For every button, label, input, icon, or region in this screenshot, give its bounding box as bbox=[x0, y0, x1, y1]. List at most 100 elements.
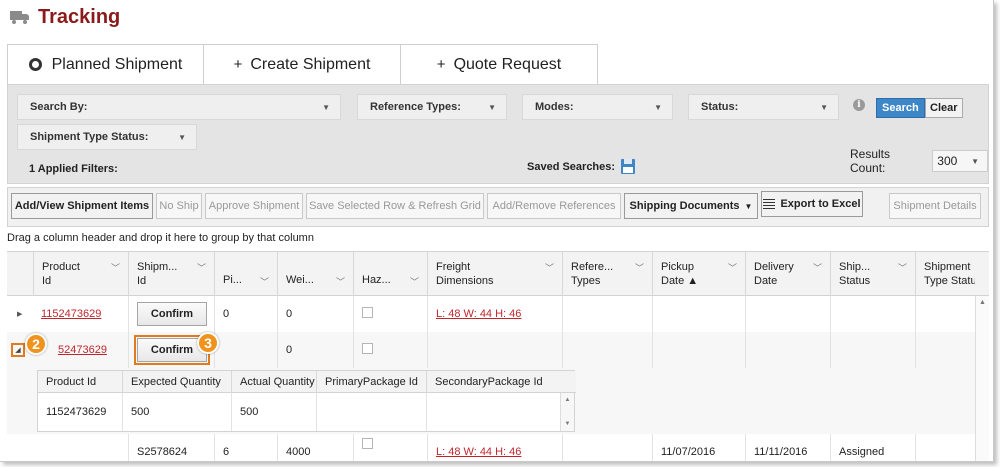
status-select[interactable]: Status: ▼ bbox=[688, 94, 839, 120]
tab-label: Planned Shipment bbox=[51, 55, 183, 73]
chevron-down-icon[interactable]: ﹀ bbox=[898, 261, 907, 275]
subgrid-header: Product Id Expected Quantity Actual Quan… bbox=[38, 371, 576, 393]
sub-col-product-id[interactable]: Product Id bbox=[38, 371, 122, 393]
page-title: Tracking bbox=[38, 5, 121, 28]
table-row[interactable]: ▶ 1152473629 Confirm 0 0 L: 48 W: 44 H: … bbox=[7, 296, 989, 332]
sub-col-primary-package-id[interactable]: PrimaryPackage Id bbox=[316, 371, 426, 393]
pickup-date-cell: 11/07/2016 bbox=[652, 434, 745, 461]
chevron-down-icon[interactable]: ﹀ bbox=[545, 261, 554, 275]
col-shipment-id[interactable]: Shipm... Id ﹀ bbox=[128, 252, 214, 296]
saved-searches-label: Saved Searches: bbox=[527, 160, 616, 173]
clear-button[interactable]: Clear bbox=[925, 98, 963, 118]
caret-down-icon: ▼ bbox=[654, 103, 662, 112]
sub-col-secondary-package-id[interactable]: SecondaryPackage Id bbox=[426, 371, 560, 393]
results-count-select[interactable]: 300 ▼ bbox=[932, 150, 988, 172]
col-weight[interactable]: Wei... ﹀ bbox=[277, 252, 353, 296]
shipment-details-button[interactable]: Shipment Details bbox=[889, 193, 981, 219]
subgrid-scrollbar[interactable]: ▲ ▼ bbox=[560, 393, 574, 431]
col-shipment-type-status[interactable]: Shipment Type Statu bbox=[915, 252, 975, 296]
chevron-down-icon[interactable]: ﹀ bbox=[410, 275, 419, 289]
info-icon[interactable]: i bbox=[853, 99, 865, 111]
status-label: Status: bbox=[701, 101, 739, 113]
subgrid-row[interactable]: 1152473629 500 500 bbox=[38, 393, 560, 431]
col-label: Types bbox=[571, 275, 601, 287]
save-icon[interactable] bbox=[621, 159, 636, 174]
table-row-expanded[interactable]: ◢ 52473629 Confirm 0 bbox=[7, 332, 989, 368]
ship-status-cell bbox=[830, 332, 915, 368]
sub-expected-quantity-cell[interactable]: 500 bbox=[122, 393, 231, 431]
shipment-type-status-select[interactable]: Shipment Type Status: ▼ bbox=[17, 124, 197, 150]
scroll-up-icon[interactable]: ▲ bbox=[565, 397, 571, 403]
weight-cell: 4000 bbox=[277, 434, 353, 461]
add-view-shipment-items-button[interactable]: Add/View Shipment Items bbox=[11, 193, 153, 219]
add-remove-references-button[interactable]: Add/Remove References bbox=[487, 193, 621, 219]
tab-planned-shipment[interactable]: Planned Shipment bbox=[7, 44, 204, 84]
save-refresh-grid-button[interactable]: Save Selected Row & Refresh Grid bbox=[306, 193, 484, 219]
product-id-link[interactable]: 1152473629 bbox=[41, 308, 101, 320]
col-freight-dimensions[interactable]: Freight Dimensions ﹀ bbox=[427, 252, 562, 296]
grid-scrollbar[interactable]: ▲ bbox=[975, 296, 989, 461]
plus-icon: + bbox=[436, 56, 446, 73]
no-ship-button[interactable]: No Ship bbox=[156, 193, 202, 219]
pieces-cell bbox=[214, 332, 277, 368]
confirm-button[interactable]: Confirm bbox=[137, 302, 207, 326]
action-cell: Confirm bbox=[128, 296, 214, 332]
table-row[interactable]: S2578624 6 4000 L: 48 W: 44 H: 46 11/07/… bbox=[7, 434, 989, 461]
col-product-id[interactable]: Product Id ﹀ bbox=[33, 252, 128, 296]
hazmat-checkbox[interactable] bbox=[362, 307, 373, 318]
sub-col-expected-quantity[interactable]: Expected Quantity bbox=[122, 371, 231, 393]
chevron-down-icon[interactable]: ﹀ bbox=[728, 261, 737, 275]
hazmat-checkbox[interactable] bbox=[362, 343, 373, 354]
chevron-down-icon[interactable]: ﹀ bbox=[260, 275, 269, 289]
chevron-down-icon[interactable]: ﹀ bbox=[336, 275, 345, 289]
col-reference-types[interactable]: Refere... Types ﹀ bbox=[562, 252, 652, 296]
modes-select[interactable]: Modes: ▼ bbox=[522, 94, 673, 120]
reference-types-select[interactable]: Reference Types: ▼ bbox=[357, 94, 507, 120]
hazmat-checkbox[interactable] bbox=[362, 438, 373, 449]
export-excel-button[interactable]: Export to Excel bbox=[761, 191, 863, 217]
shipment-items-subgrid: Product Id Expected Quantity Actual Quan… bbox=[37, 370, 576, 432]
freight-cell[interactable]: L: 48 W: 44 H: 46 bbox=[427, 434, 562, 461]
col-delivery-date[interactable]: Delivery Date ﹀ bbox=[745, 252, 830, 296]
sub-actual-quantity-cell[interactable]: 500 bbox=[231, 393, 316, 431]
col-label: Id bbox=[42, 275, 52, 287]
freight-cell[interactable]: L: 48 W: 44 H: 46 bbox=[427, 296, 562, 332]
delivery-date-cell bbox=[745, 332, 830, 368]
tab-create-shipment[interactable]: + Create Shipment bbox=[204, 44, 401, 84]
chevron-down-icon[interactable]: ﹀ bbox=[197, 261, 206, 275]
chevron-down-icon[interactable]: ﹀ bbox=[813, 261, 822, 275]
caret-down-icon: ▼ bbox=[744, 201, 753, 211]
expand-row-toggle[interactable]: ▶ bbox=[7, 296, 33, 332]
col-pieces[interactable]: Pi... ﹀ bbox=[214, 252, 277, 296]
product-id-cell bbox=[33, 434, 128, 461]
approve-shipment-button[interactable]: Approve Shipment bbox=[205, 193, 303, 219]
col-pickup-date[interactable]: Pickup Date ▲ ﹀ bbox=[652, 252, 745, 296]
sub-secondary-package-cell[interactable] bbox=[426, 393, 560, 431]
col-ship-status[interactable]: Ship... Status ﹀ bbox=[830, 252, 915, 296]
search-button[interactable]: Search bbox=[876, 98, 925, 118]
filter-panel: Search By: ▼ Reference Types: ▼ Modes: ▼ St… bbox=[7, 84, 989, 184]
chevron-down-icon[interactable]: ﹀ bbox=[635, 261, 644, 275]
freight-dimensions-link[interactable]: L: 48 W: 44 H: 46 bbox=[436, 446, 521, 458]
tab-quote-request[interactable]: + Quote Request bbox=[401, 44, 598, 84]
chevron-down-icon[interactable]: ﹀ bbox=[111, 261, 120, 275]
col-label: Freight bbox=[436, 261, 471, 273]
scroll-up-icon[interactable]: ▲ bbox=[979, 299, 986, 306]
sub-primary-package-cell[interactable] bbox=[316, 393, 426, 431]
shipment-grid: Product Id ﹀ Shipm... Id ﹀ Pi... ﹀ Wei... ﹀ Ha… bbox=[7, 251, 989, 461]
caret-down-icon: ▼ bbox=[820, 103, 828, 112]
product-id-link[interactable]: 52473629 bbox=[58, 344, 107, 356]
col-hazmat[interactable]: Haz... ﹀ bbox=[353, 252, 427, 296]
freight-dimensions-link[interactable]: L: 48 W: 44 H: 46 bbox=[436, 308, 521, 320]
pickup-date-cell bbox=[652, 332, 745, 368]
col-label: Shipment bbox=[924, 261, 971, 273]
product-id-cell[interactable]: 52473629 bbox=[33, 332, 128, 368]
callout-badge-2: 2 bbox=[25, 333, 47, 355]
search-by-select[interactable]: Search By: ▼ bbox=[17, 94, 341, 120]
product-id-cell[interactable]: 1152473629 bbox=[33, 296, 128, 332]
results-count: Results Count: 300 ▼ bbox=[850, 147, 988, 175]
shipping-documents-button[interactable]: Shipping Documents ▼ bbox=[624, 193, 758, 219]
tab-bar: Planned Shipment + Create Shipment + Quo… bbox=[7, 44, 598, 84]
scroll-down-icon[interactable]: ▼ bbox=[565, 421, 571, 427]
sub-col-actual-quantity[interactable]: Actual Quantity bbox=[231, 371, 316, 393]
